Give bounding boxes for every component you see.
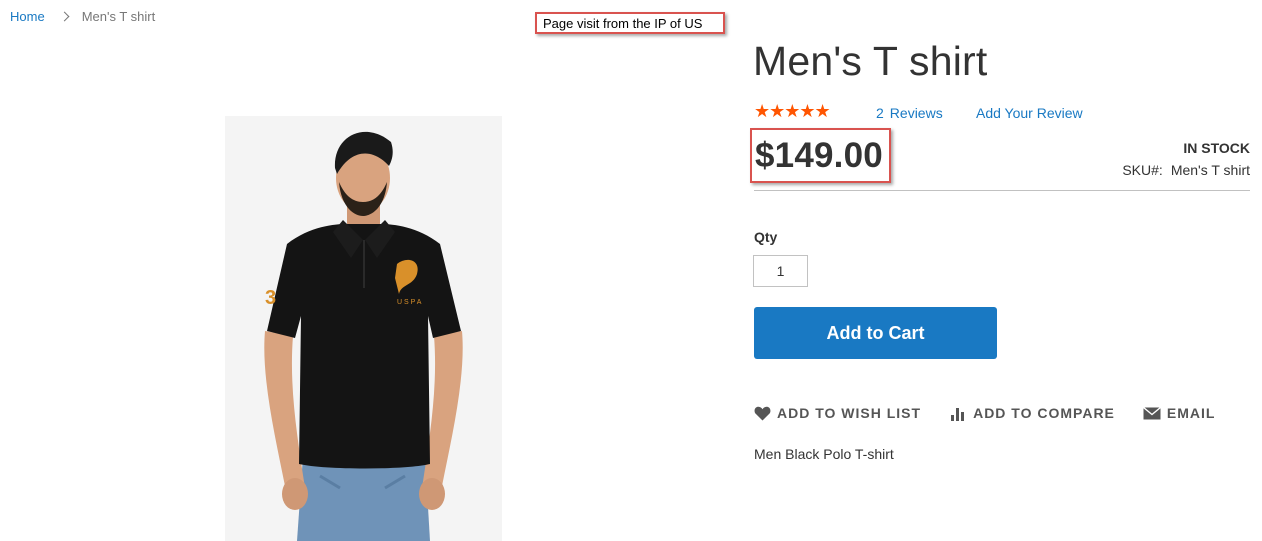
email-link[interactable]: Email <box>1142 405 1216 421</box>
stock-status: IN STOCK <box>1183 140 1250 156</box>
breadcrumb: Home Men's T shirt <box>10 9 155 24</box>
compare-label: Add to Compare <box>973 405 1115 421</box>
svg-text:U S P A: U S P A <box>397 299 422 306</box>
envelope-icon <box>1142 406 1161 419</box>
qty-label: Qty <box>754 229 778 245</box>
add-to-wishlist-link[interactable]: Add to Wish List <box>754 405 921 421</box>
bar-chart-icon <box>951 407 965 421</box>
reviews-count: 2 <box>876 105 884 121</box>
price-highlight: $149.00 <box>750 128 891 183</box>
qty-input[interactable] <box>753 255 808 287</box>
add-to-compare-link[interactable]: Add to Compare <box>950 405 1115 421</box>
product-image[interactable]: U S P A 3 <box>225 116 502 541</box>
sku-label: SKU#: <box>1122 162 1163 178</box>
rating-stars-icon: ★★★★★ <box>754 101 831 121</box>
sku: SKU#: Men's T shirt <box>1040 162 1250 178</box>
heart-icon <box>754 406 771 420</box>
product-photo: U S P A 3 <box>225 116 502 541</box>
reviews-label: Reviews <box>889 105 943 121</box>
sku-value: Men's T shirt <box>1170 162 1250 178</box>
email-label: Email <box>1166 405 1216 421</box>
product-title: Men's T shirt <box>753 38 988 84</box>
product-description: Men Black Polo T-shirt <box>754 446 894 462</box>
chevron-right-icon <box>59 11 70 22</box>
add-review-link[interactable]: Add Your Review <box>976 105 1083 121</box>
breadcrumb-home-link[interactable]: Home <box>10 9 45 24</box>
product-price: $149.00 <box>755 135 883 175</box>
breadcrumb-current: Men's T shirt <box>81 9 156 24</box>
add-to-cart-button[interactable]: Add to Cart <box>754 307 997 359</box>
annotation-label: Page visit from the IP of US <box>535 12 725 34</box>
divider <box>754 190 1250 191</box>
reviews-link[interactable]: 2 Reviews <box>876 105 943 121</box>
svg-text:3: 3 <box>265 287 276 309</box>
product-actions: Add to Wish List Add to Compare Email <box>754 405 1244 421</box>
wishlist-label: Add to Wish List <box>777 405 922 421</box>
